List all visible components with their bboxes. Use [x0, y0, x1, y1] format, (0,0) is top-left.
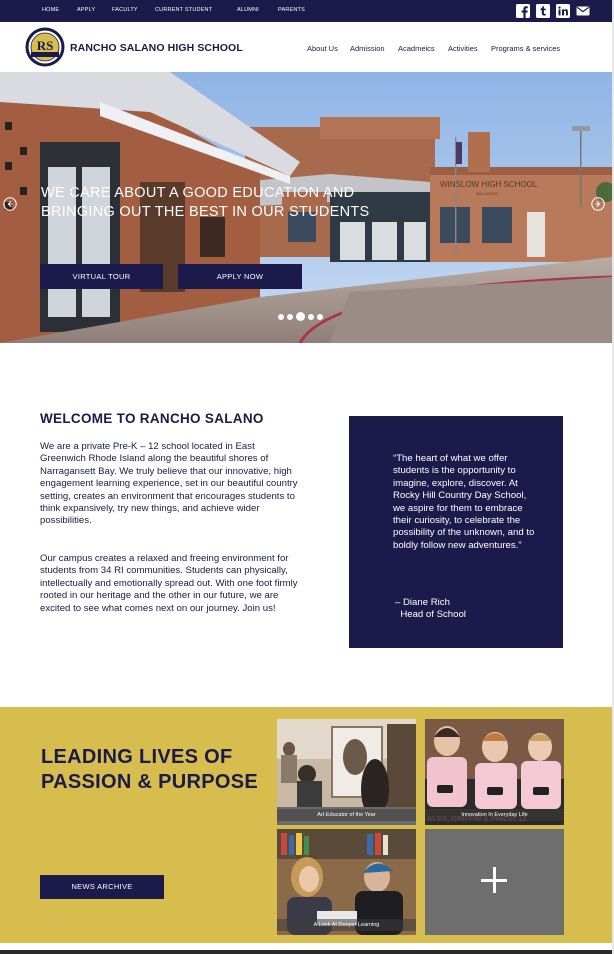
nav-programs-services[interactable]: Programs & services	[491, 44, 560, 53]
carousel-dot[interactable]	[308, 314, 314, 320]
carousel-prev-arrow-icon[interactable]	[3, 197, 17, 211]
nav-admission[interactable]: Admission	[350, 44, 385, 53]
welcome-heading: WELCOME TO RANCHO SALANO	[40, 411, 264, 426]
utility-link-alumni[interactable]: ALUMNI	[237, 7, 259, 13]
utility-link-current-student[interactable]: CURRENT STUDENT	[155, 7, 212, 13]
news-tile-innovation[interactable]: ALEX, GRIFFIN & PHILIP, 12 Innovation In…	[425, 719, 564, 825]
utility-link-faculty[interactable]: FACULTY	[112, 7, 138, 13]
facebook-icon[interactable]	[516, 4, 530, 18]
mail-icon[interactable]	[576, 4, 590, 18]
nav-about-us[interactable]: About Us	[307, 44, 338, 53]
tumblr-icon[interactable]	[536, 4, 550, 18]
footer-rule	[0, 950, 612, 954]
welcome-paragraph-1: We are a private Pre-K – 12 school locat…	[40, 441, 298, 527]
site-header: RS RANCHO SALANO HIGH SCHOOL About Us Ad…	[0, 22, 614, 72]
virtual-tour-button[interactable]: VIRTUAL TOUR	[40, 264, 163, 289]
linkedin-icon[interactable]	[556, 4, 570, 18]
utility-link-parents[interactable]: PARENTS	[278, 7, 305, 13]
quote-text: “The heart of what we offer students is …	[393, 453, 535, 551]
nav-activities[interactable]: Activities	[448, 44, 478, 53]
utility-bar: HOME APPLY FACULTY CURRENT STUDENT ALUMN…	[0, 0, 614, 22]
quote-author: – Diane Rich Head of School	[395, 597, 466, 621]
plus-icon	[481, 867, 507, 893]
school-name[interactable]: RANCHO SALANO HIGH SCHOOL	[70, 42, 243, 54]
leading-lives-section: LEADING LIVES OF PASSION & PURPOSE NEWS …	[0, 707, 612, 943]
news-tile-art-educator[interactable]: Art Educator of the Year	[277, 719, 416, 825]
nav-academics[interactable]: Acadmeics	[398, 44, 435, 53]
hero-headline: WE CARE ABOUT A GOOD EDUCATION AND BRING…	[41, 185, 370, 220]
head-of-school-quote: “The heart of what we offer students is …	[349, 416, 563, 648]
apply-now-button[interactable]: APPLY NOW	[178, 264, 302, 289]
carousel-dot[interactable]	[317, 314, 323, 320]
carousel-next-arrow-icon[interactable]	[591, 197, 605, 211]
logo-initials: RS	[37, 38, 54, 53]
tile-caption: Innovation In Everyday Life	[425, 809, 564, 821]
utility-link-home[interactable]: HOME	[42, 7, 59, 13]
leading-lives-heading: LEADING LIVES OF PASSION & PURPOSE	[41, 746, 258, 793]
news-tile-deeper-learning[interactable]: A Look At Deeper Learning	[277, 829, 416, 935]
carousel-dot-active[interactable]	[296, 312, 305, 321]
more-news-tile[interactable]	[425, 829, 564, 935]
school-logo[interactable]: RS	[25, 27, 65, 67]
tile-caption: Art Educator of the Year	[277, 809, 416, 821]
building-sign: WINSLOW HIGH SCHOOL	[440, 180, 538, 189]
tile-caption: A Look At Deeper Learning	[277, 919, 416, 931]
utility-link-apply[interactable]: APPLY	[77, 7, 95, 13]
hero-carousel: WINSLOW HIGH SCHOOL BULLDOGS WE CARE ABO…	[0, 72, 612, 343]
carousel-dot[interactable]	[287, 314, 293, 320]
building-subsign: BULLDOGS	[476, 191, 498, 196]
news-archive-button[interactable]: NEWS ARCHIVE	[40, 875, 164, 899]
carousel-dot[interactable]	[278, 314, 284, 320]
welcome-paragraph-2: Our campus creates a relaxed and freeing…	[40, 553, 298, 614]
